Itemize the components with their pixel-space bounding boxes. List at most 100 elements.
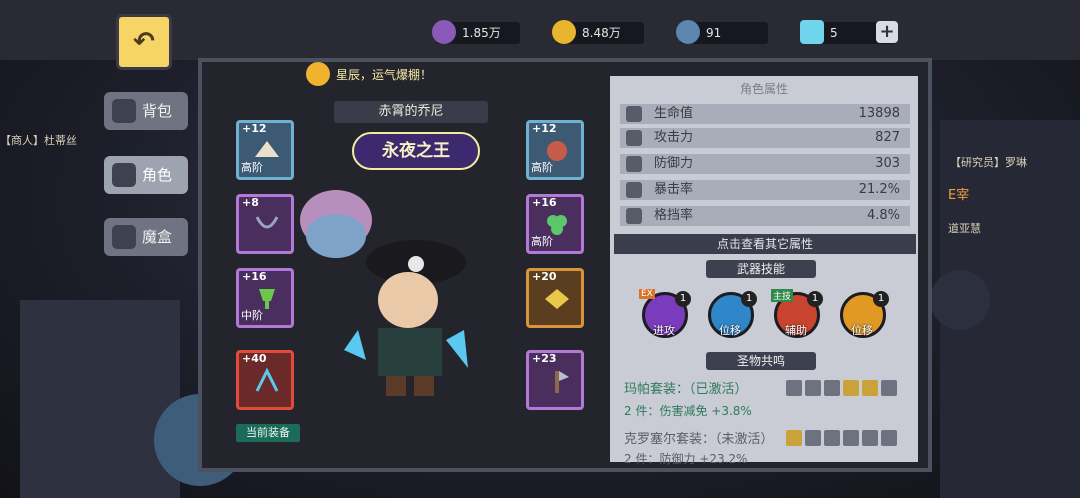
equip-level: +16 <box>532 196 557 209</box>
nav-magic-box[interactable]: 魔盒 <box>104 218 188 256</box>
equip-level: +12 <box>242 122 267 135</box>
hero-name: 赤霄的乔尼 <box>334 101 488 123</box>
attr-value: 4.8% <box>866 208 900 223</box>
skill-level: 1 <box>741 291 757 307</box>
axe-icon <box>555 371 569 393</box>
relic-piece-icon <box>786 380 802 396</box>
attr-value: 303 <box>875 156 900 171</box>
nav-bag-label: 背包 <box>142 102 173 120</box>
nav-magic-box-label: 魔盒 <box>142 228 173 246</box>
relic-piece-icon <box>843 430 859 446</box>
shield-icon <box>626 156 642 172</box>
crit-icon <box>626 182 642 198</box>
equip-level: +40 <box>242 352 267 365</box>
skill-name: 位移 <box>851 324 873 337</box>
back-arrow-icon: ↶ <box>133 27 155 57</box>
hero-title-badge[interactable]: 永夜之王 <box>352 132 480 170</box>
attr-block: 格挡率 4.8% <box>620 206 910 226</box>
attr-hp: 生命值 13898 <box>620 104 910 124</box>
set-mapa-bonus: 2 件：伤害减免 +3.8% <box>624 404 752 418</box>
equip-slot-necklace[interactable]: +8 <box>236 194 294 254</box>
relic-resonance-header: 圣物共鸣 <box>706 352 816 370</box>
claw-weapon-icon <box>255 367 279 392</box>
back-button[interactable]: ↶ <box>116 14 172 70</box>
character-icon <box>112 163 136 187</box>
equip-slot-helmet[interactable]: +12 高阶 <box>236 120 294 180</box>
npc-sign-2: 道亚慧 <box>948 222 981 235</box>
equip-level: +16 <box>242 270 267 283</box>
purple-coin-value: 1.85万 <box>462 26 501 40</box>
equip-slot-trinket[interactable]: +16 高阶 <box>526 194 584 254</box>
purple-coin-counter: 1.85万 <box>432 20 520 44</box>
bag-icon <box>112 99 136 123</box>
view-more-attributes-button[interactable]: 点击查看其它属性 <box>614 234 916 254</box>
relic-piece-icon <box>805 430 821 446</box>
skill-level: 1 <box>873 291 889 307</box>
relic-piece-icon <box>824 380 840 396</box>
add-diamond-button[interactable]: + <box>876 21 898 43</box>
skill-name: 进攻 <box>653 324 675 337</box>
attr-name: 攻击力 <box>654 130 694 145</box>
equip-slot-weapon[interactable]: +40 <box>236 350 294 410</box>
npc-merchant-label[interactable]: 【商人】杜蒂丝 <box>0 132 77 148</box>
attr-name: 暴击率 <box>654 182 694 197</box>
npc-sign: E宰 <box>948 188 970 203</box>
hero-portrait[interactable] <box>296 190 492 396</box>
attr-value: 13898 <box>858 106 900 121</box>
equip-tier: 高阶 <box>531 161 553 174</box>
relic-piece-icon <box>862 380 878 396</box>
equip-slot-offhand[interactable]: +23 <box>526 350 584 410</box>
luck-banner: 星辰，运气爆棚！ <box>306 62 462 86</box>
skill-dash-2[interactable]: 1 位移 <box>840 291 889 338</box>
equip-slot-armor[interactable]: +12 高阶 <box>526 120 584 180</box>
megaphone-icon <box>306 62 330 86</box>
set-crocell-bonus: 2 件：防御力 +23.2% <box>624 452 748 466</box>
equip-level: +20 <box>532 270 557 283</box>
energy-icon <box>676 20 700 44</box>
skill-support[interactable]: 主技 1 辅助 <box>771 289 823 338</box>
attr-name: 格挡率 <box>654 208 694 223</box>
skill-name: 位移 <box>719 324 741 337</box>
relic-piece-icon <box>786 430 802 446</box>
sword-icon <box>626 130 642 146</box>
attr-defense: 防御力 303 <box>620 154 910 174</box>
skill-attack[interactable]: EX 1 进攻 <box>639 289 691 338</box>
block-shield-icon <box>626 208 642 224</box>
golden-wings-icon <box>545 289 569 309</box>
relic-piece-icon <box>881 380 897 396</box>
gold-coin-icon <box>552 20 576 44</box>
weapon-skills-header: 武器技能 <box>706 260 816 278</box>
skill-level: 1 <box>807 291 823 307</box>
diamond-value: 5 <box>830 26 838 40</box>
relic-piece-icon <box>843 380 859 396</box>
attr-name: 防御力 <box>654 156 694 171</box>
energy-counter: 91 <box>676 20 768 44</box>
attribute-header: 角色属性 <box>739 82 788 96</box>
nav-bag[interactable]: 背包 <box>104 92 188 130</box>
nav-character[interactable]: 角色 <box>104 156 188 194</box>
skill-tag: 主技 <box>771 289 794 302</box>
heart-icon <box>626 106 642 122</box>
relic-piece-icon <box>862 430 878 446</box>
equip-tier: 中阶 <box>241 309 263 322</box>
relic-piece-icon <box>824 430 840 446</box>
diamond-counter: 5 + <box>800 20 898 44</box>
diamond-icon <box>800 20 824 44</box>
attr-crit: 暴击率 21.2% <box>620 180 910 200</box>
equip-slot-wings[interactable]: +20 <box>526 268 584 328</box>
equip-level: +8 <box>242 196 259 209</box>
equip-level: +12 <box>532 122 557 135</box>
equip-slot-ring[interactable]: +16 中阶 <box>236 268 294 328</box>
skill-dash[interactable]: 1 位移 <box>708 291 757 338</box>
equip-tier: 高阶 <box>241 161 263 174</box>
npc-researcher-label[interactable]: 【研究员】罗琳 <box>950 154 1027 170</box>
relic-piece-icon <box>881 430 897 446</box>
purple-coin-icon <box>432 20 456 44</box>
set-mapa-name[interactable]: 玛帕套装：（已激活） <box>624 378 748 397</box>
skill-tag: EX <box>639 289 655 299</box>
equip-level: +23 <box>532 352 557 365</box>
necklace-icon <box>255 216 279 229</box>
set-crocell-name[interactable]: 克罗塞尔套装：（未激活） <box>624 428 774 447</box>
magic-box-icon <box>112 225 136 249</box>
set-crocell-pieces <box>786 430 900 446</box>
